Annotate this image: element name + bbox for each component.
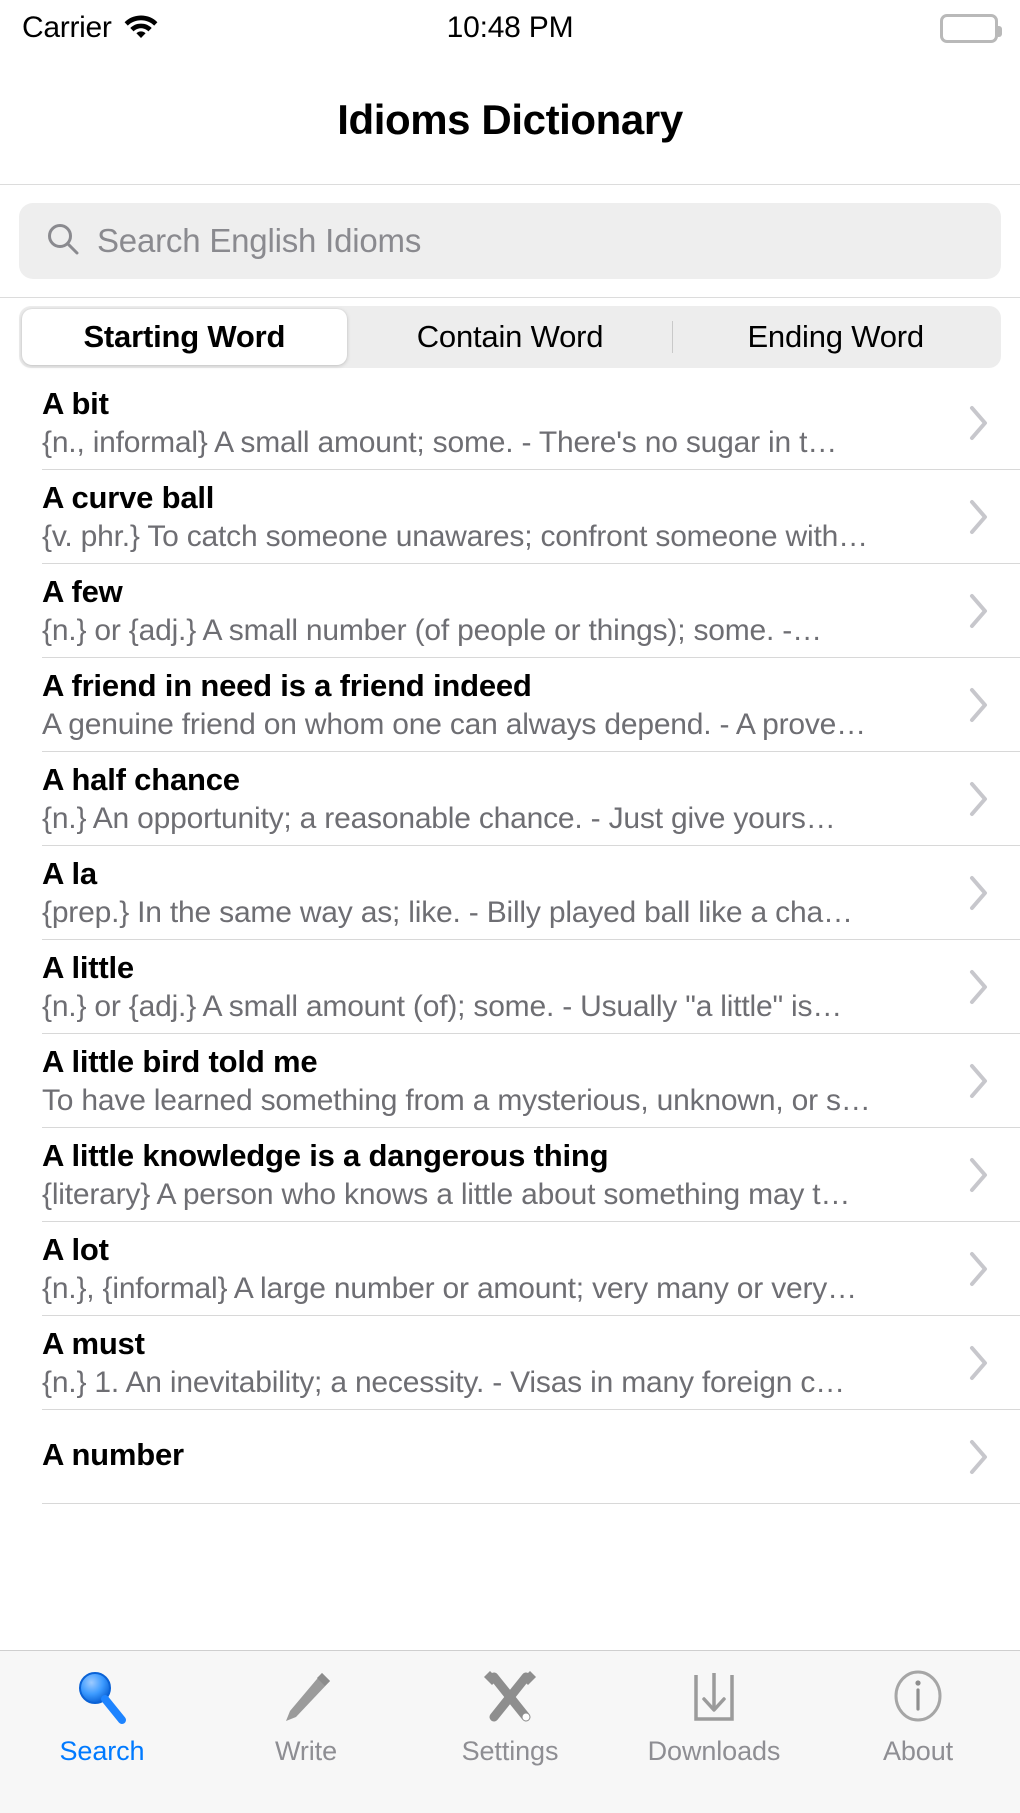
row-title: A few <box>42 574 123 609</box>
tab-settings[interactable]: Settings <box>408 1664 612 1767</box>
segment-starting-word[interactable]: Starting Word <box>22 309 347 365</box>
row-title: A la <box>42 856 97 891</box>
idiom-list[interactable]: A bit {n., informal} A small amount; som… <box>0 376 1020 1650</box>
row-text: A la {prep.} In the same way as; like. -… <box>42 856 962 930</box>
row-text: A lot {n.}, {informal} A large number or… <box>42 1232 962 1306</box>
info-circle-icon <box>886 1664 950 1730</box>
search-icon <box>46 222 80 261</box>
row-title: A lot <box>42 1232 109 1267</box>
magnifier-icon <box>70 1664 134 1730</box>
row-title: A little knowledge is a dangerous thing <box>42 1138 609 1173</box>
segment-contain-word[interactable]: Contain Word <box>348 309 673 365</box>
row-title: A curve ball <box>42 480 215 515</box>
status-bar: Carrier 10:48 PM <box>0 0 1020 56</box>
tab-label: Search <box>59 1736 145 1766</box>
row-text: A bit {n., informal} A small amount; som… <box>42 386 962 460</box>
table-row[interactable]: A lot {n.}, {informal} A large number or… <box>0 1222 1020 1316</box>
chevron-right-icon[interactable] <box>962 404 996 442</box>
row-subtitle: {n.}, {informal} A large number or amoun… <box>42 1272 857 1305</box>
row-text: A half chance {n.} An opportunity; a rea… <box>42 762 962 836</box>
table-row[interactable]: A bit {n., informal} A small amount; som… <box>0 376 1020 470</box>
tab-search[interactable]: Search <box>0 1664 204 1767</box>
chevron-right-icon[interactable] <box>962 498 996 536</box>
chevron-right-icon[interactable] <box>962 1344 996 1382</box>
row-subtitle: {v. phr.} To catch someone unawares; con… <box>42 520 868 553</box>
status-bar-right <box>940 13 1002 43</box>
tab-label: Settings <box>461 1736 559 1766</box>
row-subtitle: {literary} A person who knows a little a… <box>42 1178 851 1211</box>
table-row[interactable]: A few {n.} or {adj.} A small number (of … <box>0 564 1020 658</box>
row-subtitle: {prep.} In the same way as; like. - Bill… <box>42 896 853 929</box>
search-bar-container: Search English Idioms <box>0 185 1020 298</box>
tab-label: Write <box>274 1736 337 1766</box>
chevron-right-icon[interactable] <box>962 780 996 818</box>
tab-label: About <box>882 1736 954 1766</box>
chevron-right-icon[interactable] <box>962 1438 996 1476</box>
navigation-bar: Idioms Dictionary <box>0 56 1020 185</box>
table-row[interactable]: A number <box>0 1410 1020 1504</box>
chevron-right-icon[interactable] <box>962 874 996 912</box>
search-input[interactable]: Search English Idioms <box>19 203 1001 279</box>
tab-bar: Search Write Settings Downloads About <box>0 1650 1020 1813</box>
chevron-right-icon[interactable] <box>962 592 996 630</box>
row-text: A curve ball {v. phr.} To catch someone … <box>42 480 962 554</box>
row-title: A number <box>42 1437 184 1472</box>
row-subtitle: A genuine friend on whom one can always … <box>42 708 866 741</box>
row-subtitle: {n.} or {adj.} A small amount (of); some… <box>42 990 843 1023</box>
table-row[interactable]: A must {n.} 1. An inevitability; a neces… <box>0 1316 1020 1410</box>
tab-downloads[interactable]: Downloads <box>612 1664 816 1767</box>
pencil-icon <box>274 1664 338 1730</box>
segment-ending-word[interactable]: Ending Word <box>673 309 998 365</box>
row-title: A half chance <box>42 762 240 797</box>
row-text: A number <box>42 1437 962 1477</box>
segment-label: Ending Word <box>747 319 924 354</box>
table-row[interactable]: A little knowledge is a dangerous thing … <box>0 1128 1020 1222</box>
row-text: A few {n.} or {adj.} A small number (of … <box>42 574 962 648</box>
chevron-right-icon[interactable] <box>962 968 996 1006</box>
tools-icon <box>478 1664 542 1730</box>
table-row[interactable]: A half chance {n.} An opportunity; a rea… <box>0 752 1020 846</box>
table-row[interactable]: A little {n.} or {adj.} A small amount (… <box>0 940 1020 1034</box>
chevron-right-icon[interactable] <box>962 686 996 724</box>
scope-bar-container: Starting Word Contain Word Ending Word <box>0 298 1020 376</box>
row-title: A must <box>42 1326 145 1361</box>
battery-icon <box>940 13 1002 43</box>
page-title: Idioms Dictionary <box>337 96 683 143</box>
tab-about[interactable]: About <box>816 1664 1020 1767</box>
row-title: A little <box>42 950 134 985</box>
row-subtitle: {n.} An opportunity; a reasonable chance… <box>42 802 836 835</box>
status-bar-time: 10:48 PM <box>446 11 574 44</box>
segment-label: Starting Word <box>83 319 286 354</box>
tab-write[interactable]: Write <box>204 1664 408 1767</box>
row-subtitle: {n.} 1. An inevitability; a necessity. -… <box>42 1366 845 1399</box>
table-row[interactable]: A little bird told me To have learned so… <box>0 1034 1020 1128</box>
chevron-right-icon[interactable] <box>962 1062 996 1100</box>
row-subtitle: {n., informal} A small amount; some. - T… <box>42 426 838 459</box>
table-row[interactable]: A curve ball {v. phr.} To catch someone … <box>0 470 1020 564</box>
row-title: A friend in need is a friend indeed <box>42 668 532 703</box>
row-text: A little {n.} or {adj.} A small amount (… <box>42 950 962 1024</box>
chevron-right-icon[interactable] <box>962 1250 996 1288</box>
tab-label: Downloads <box>647 1736 781 1766</box>
segment-label: Contain Word <box>416 319 604 354</box>
download-box-icon <box>682 1664 746 1730</box>
row-text: A little knowledge is a dangerous thing … <box>42 1138 962 1212</box>
row-title: A bit <box>42 386 109 421</box>
row-text: A must {n.} 1. An inevitability; a neces… <box>42 1326 962 1400</box>
chevron-right-icon[interactable] <box>962 1156 996 1194</box>
table-row[interactable]: A friend in need is a friend indeed A ge… <box>0 658 1020 752</box>
segmented-control[interactable]: Starting Word Contain Word Ending Word <box>19 306 1001 368</box>
search-placeholder: Search English Idioms <box>97 222 422 259</box>
row-subtitle: {n.} or {adj.} A small number (of people… <box>42 614 822 647</box>
table-row[interactable]: A la {prep.} In the same way as; like. -… <box>0 846 1020 940</box>
row-text: A little bird told me To have learned so… <box>42 1044 962 1118</box>
row-subtitle: To have learned something from a mysteri… <box>42 1084 871 1117</box>
row-title: A little bird told me <box>42 1044 318 1079</box>
row-text: A friend in need is a friend indeed A ge… <box>42 668 962 742</box>
app-screen: Carrier 10:48 PM Idioms Dictionary Searc… <box>0 0 1020 1813</box>
